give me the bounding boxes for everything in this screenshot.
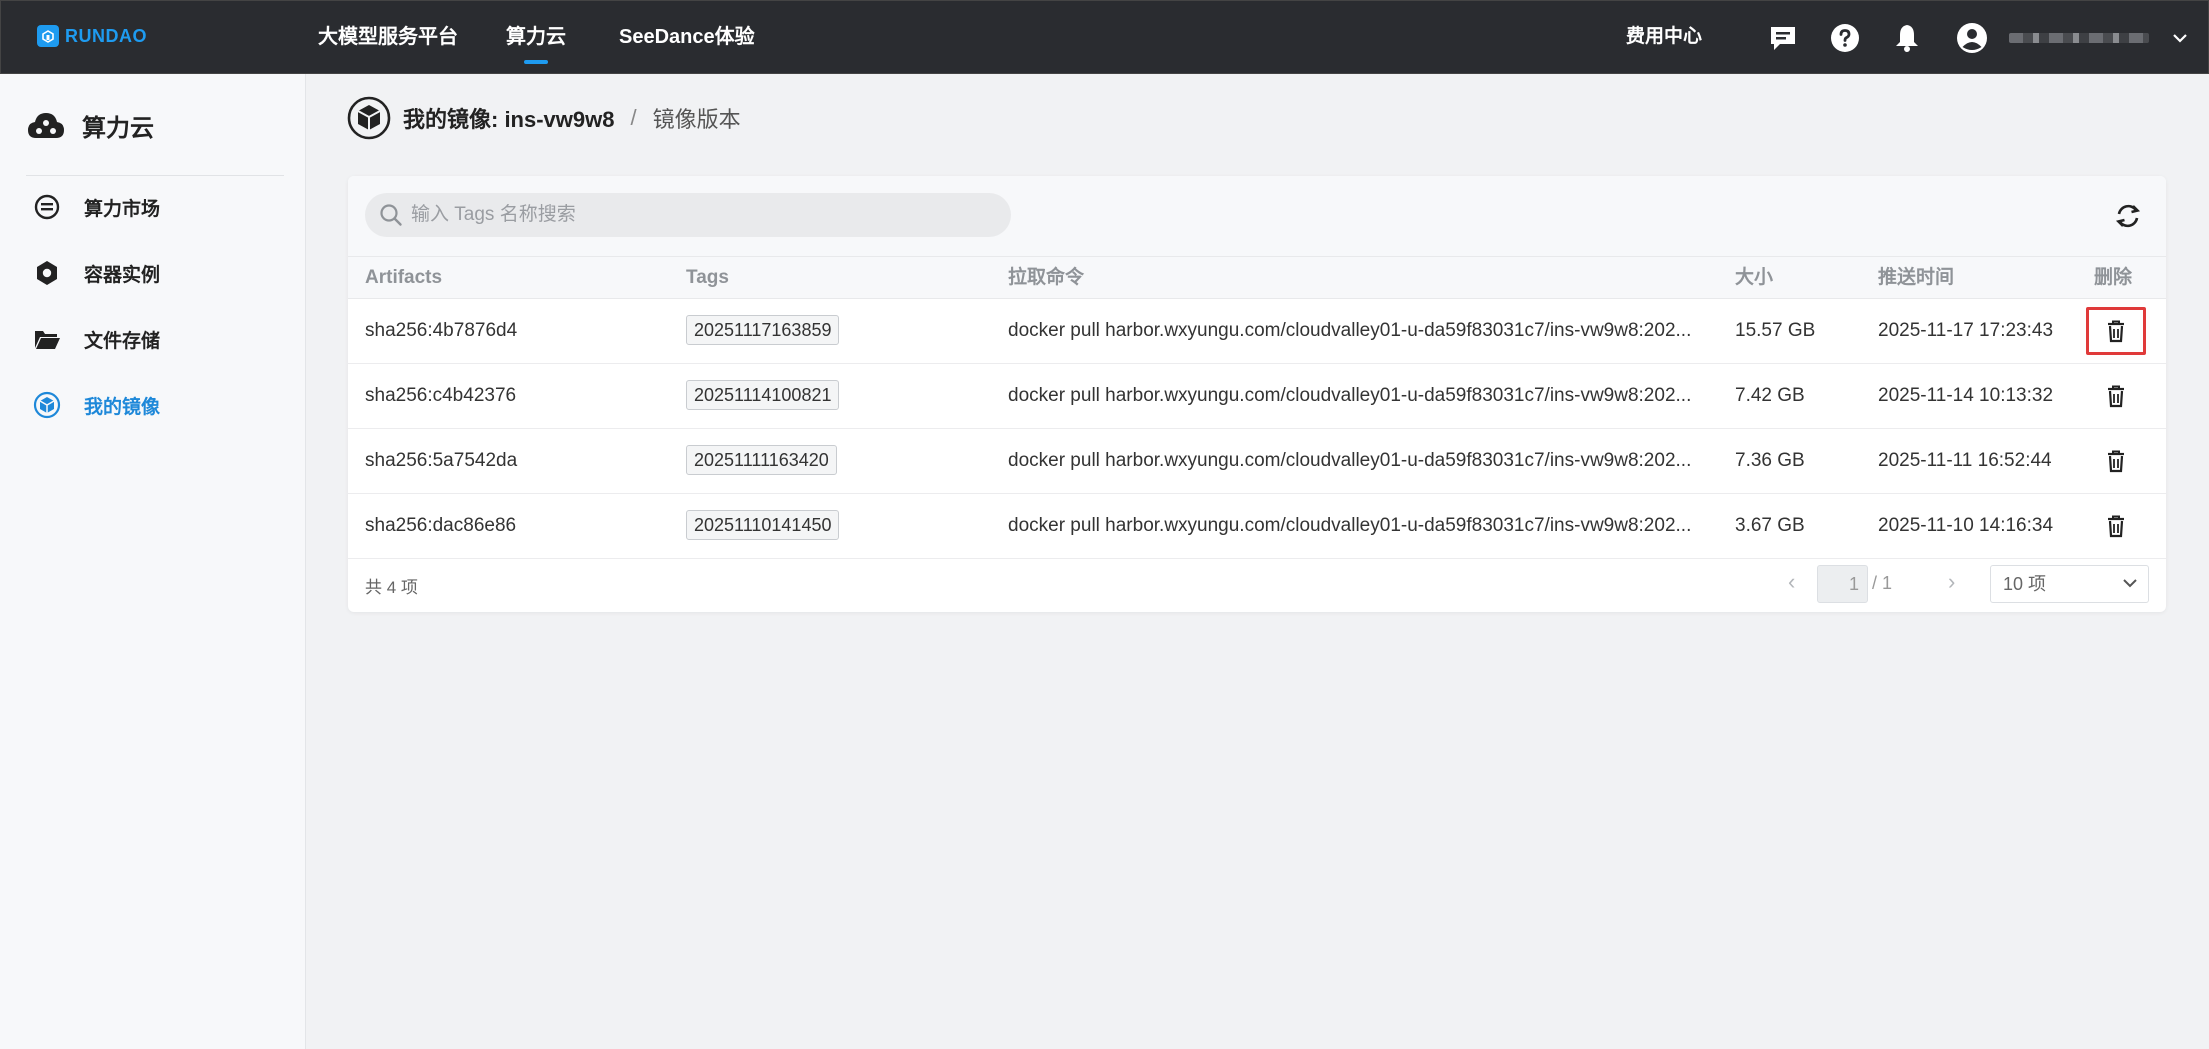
sidebar-item-label: 文件存储 <box>84 330 161 352</box>
sidebar-header: 算力云 <box>26 108 154 143</box>
card-toolbar <box>348 176 2166 256</box>
sidebar-item-label: 我的镜像 <box>84 396 161 418</box>
column-header-artifacts: Artifacts <box>365 267 443 288</box>
delete-button[interactable] <box>2102 382 2130 410</box>
pull-command[interactable]: docker pull harbor.wxyungu.com/cloudvall… <box>1008 364 1691 428</box>
market-icon <box>32 192 62 222</box>
sidebar-divider <box>26 175 284 176</box>
artifact-digest: sha256:dac86e86 <box>365 515 517 536</box>
image-size: 3.67 GB <box>1735 515 1805 536</box>
user-name-masked[interactable] <box>2009 33 2149 43</box>
trash-icon <box>2108 320 2124 343</box>
artifact-digest: sha256:4b7876d4 <box>365 320 518 341</box>
brand-logo[interactable]: RUNDAO <box>37 25 147 47</box>
column-header-size: 大小 <box>1735 267 1774 288</box>
push-time: 2025-11-11 16:52:44 <box>1878 450 2052 471</box>
page-size-value: 10 项 <box>2003 574 2047 594</box>
push-time: 2025-11-14 10:13:32 <box>1878 385 2054 406</box>
push-time: 2025-11-10 14:16:34 <box>1878 515 2054 536</box>
image-size: 7.42 GB <box>1735 385 1805 406</box>
breadcrumb-separator: / <box>630 105 637 130</box>
sidebar-item-label: 算力市场 <box>84 198 161 220</box>
delete-button[interactable] <box>2102 512 2130 540</box>
column-header-pull-command: 拉取命令 <box>1008 267 1085 288</box>
trash-icon <box>2108 385 2124 408</box>
nav-seedance[interactable]: SeeDance体验 <box>619 1 755 75</box>
page-size-select[interactable]: 10 项 <box>1990 565 2149 603</box>
nav-compute-cloud[interactable]: 算力云 <box>506 1 566 75</box>
tag-badge: 20251117163859 <box>686 315 840 345</box>
artifact-digest: sha256:c4b42376 <box>365 385 517 406</box>
cloud-icon <box>28 112 64 138</box>
delete-button-highlighted[interactable] <box>2086 307 2146 355</box>
sidebar-title: 算力云 <box>82 115 154 142</box>
image-icon <box>32 390 62 420</box>
table-row: sha256:dac86e86 20251110141450 docker pu… <box>348 494 2166 559</box>
nav-llm-platform[interactable]: 大模型服务平台 <box>318 1 458 75</box>
pull-command[interactable]: docker pull harbor.wxyungu.com/cloudvall… <box>1008 494 1691 558</box>
sidebar: 算力云 算力市场 容器实例 文件存储 我的镜像 <box>0 74 306 1049</box>
column-header-push-time: 推送时间 <box>1878 267 1955 288</box>
folder-icon <box>32 324 62 354</box>
pull-command[interactable]: docker pull harbor.wxyungu.com/cloudvall… <box>1008 299 1691 363</box>
container-icon <box>32 258 62 288</box>
column-header-tags: Tags <box>686 267 729 288</box>
image-versions-card: Artifacts Tags 拉取命令 大小 推送时间 删除 sha256:4b… <box>348 176 2166 612</box>
sidebar-item-my-images[interactable]: 我的镜像 <box>32 390 160 420</box>
table-header: Artifacts Tags 拉取命令 大小 推送时间 删除 <box>348 256 2166 299</box>
next-page-button[interactable]: › <box>1948 569 1955 595</box>
tag-badge: 20251111163420 <box>686 445 837 475</box>
chevron-down-icon <box>2123 579 2137 588</box>
search-icon <box>380 204 402 226</box>
column-header-delete: 删除 <box>2094 267 2133 288</box>
search-input[interactable] <box>411 204 991 226</box>
bell-icon[interactable] <box>1890 21 1924 55</box>
image-repo-icon <box>347 96 391 140</box>
image-size: 7.36 GB <box>1735 450 1805 471</box>
message-icon[interactable] <box>1766 21 1800 55</box>
chevron-down-icon[interactable] <box>2163 21 2197 55</box>
sidebar-item-container[interactable]: 容器实例 <box>32 258 160 288</box>
push-time: 2025-11-17 17:23:43 <box>1878 320 2054 341</box>
brand-logo-icon <box>37 25 59 47</box>
top-navbar: RUNDAO 大模型服务平台 算力云 SeeDance体验 费用中心 <box>0 0 2209 74</box>
refresh-icon[interactable] <box>2112 200 2144 232</box>
pull-command[interactable]: docker pull harbor.wxyungu.com/cloudvall… <box>1008 429 1691 493</box>
breadcrumb-current: 镜像版本 <box>652 107 741 132</box>
total-pages: / 1 <box>1872 573 1893 593</box>
help-icon[interactable] <box>1828 21 1862 55</box>
billing-center-link[interactable]: 费用中心 <box>1626 1 1702 75</box>
tag-badge: 20251114100821 <box>686 380 840 410</box>
trash-icon <box>2108 450 2124 473</box>
sidebar-item-label: 容器实例 <box>84 264 161 286</box>
table-row: sha256:4b7876d4 20251117163859 docker pu… <box>348 299 2166 364</box>
search-box <box>365 193 1011 237</box>
total-count: 共 4 项 <box>365 578 418 597</box>
artifact-digest: sha256:5a7542da <box>365 450 518 471</box>
breadcrumb-parent[interactable]: 我的镜像: ins-vw9w8 <box>403 102 614 134</box>
prev-page-button[interactable]: ‹ <box>1788 569 1795 595</box>
table-row: sha256:5a7542da 20251111163420 docker pu… <box>348 429 2166 494</box>
brand-name: RUNDAO <box>65 25 147 46</box>
page-number-input[interactable]: 1 <box>1817 565 1868 603</box>
table-row: sha256:c4b42376 20251114100821 docker pu… <box>348 364 2166 429</box>
delete-button[interactable] <box>2102 447 2130 475</box>
tag-badge: 20251110141450 <box>686 510 840 540</box>
breadcrumb: 我的镜像: ins-vw9w8 / 镜像版本 <box>347 96 741 140</box>
sidebar-item-storage[interactable]: 文件存储 <box>32 324 160 354</box>
trash-icon <box>2108 515 2124 538</box>
image-size: 15.57 GB <box>1735 320 1816 341</box>
user-icon[interactable] <box>1955 21 1989 55</box>
sidebar-item-market[interactable]: 算力市场 <box>32 192 160 222</box>
